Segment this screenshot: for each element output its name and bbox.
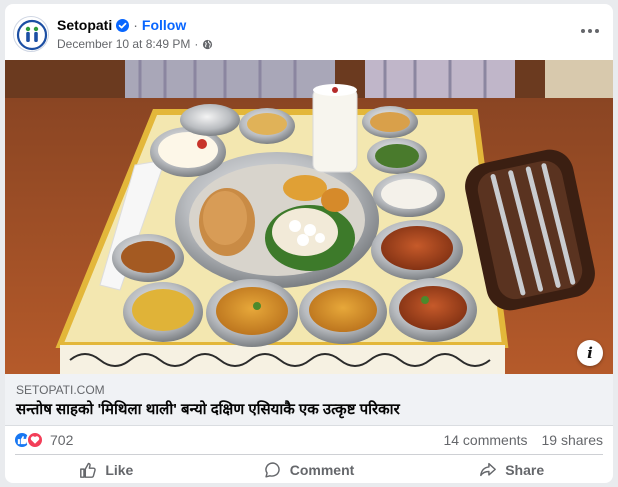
globe-icon — [203, 39, 213, 49]
photo-info-button[interactable]: i — [577, 340, 603, 366]
action-divider — [15, 454, 603, 455]
page-avatar[interactable] — [13, 16, 49, 52]
reaction-summary[interactable]: 702 — [13, 431, 73, 449]
post-author-line: Setopati · Follow — [57, 17, 186, 33]
engagement-counts: 14 comments 19 shares — [443, 432, 603, 448]
post-card: Setopati · Follow December 10 at 8:49 PM… — [5, 4, 613, 483]
love-reaction-icon — [26, 431, 44, 449]
post-header: Setopati · Follow December 10 at 8:49 PM… — [5, 4, 613, 60]
meta-separator: · — [194, 37, 199, 51]
post-meta: December 10 at 8:49 PM · — [57, 37, 213, 51]
shares-count[interactable]: 19 shares — [542, 432, 603, 448]
like-label: Like — [105, 461, 134, 478]
name-separator: · — [133, 17, 138, 33]
info-icon: i — [587, 344, 593, 362]
link-preview[interactable]: SETOPATI.COM सन्तोष साहको 'मिथिला थाली' … — [5, 374, 613, 426]
share-arrow-icon — [480, 462, 497, 476]
thumbs-up-icon — [80, 462, 97, 478]
share-button[interactable]: Share — [410, 456, 613, 483]
page-name[interactable]: Setopati — [57, 17, 112, 33]
like-button[interactable]: Like — [5, 456, 208, 483]
reaction-count: 702 — [50, 432, 74, 448]
post-stats: 702 14 comments 19 shares — [5, 430, 613, 452]
setopati-logo-icon — [16, 19, 48, 51]
more-options-button[interactable] — [577, 18, 603, 44]
link-headline: सन्तोष साहको 'मिथिला थाली' बन्यो दक्षिण … — [16, 401, 400, 418]
comments-count[interactable]: 14 comments — [443, 432, 527, 448]
post-timestamp[interactable]: December 10 at 8:49 PM — [57, 37, 190, 51]
comment-button[interactable]: Comment — [208, 456, 411, 483]
post-photo[interactable]: i — [5, 60, 613, 374]
share-label: Share — [505, 461, 545, 478]
verified-badge-icon — [116, 18, 130, 32]
comment-bubble-icon — [264, 461, 280, 478]
thali-photo-illustration — [5, 60, 613, 374]
comment-label: Comment — [289, 461, 355, 478]
link-domain: SETOPATI.COM — [16, 383, 105, 397]
follow-button[interactable]: Follow — [142, 17, 186, 33]
post-actions: Like Comment Share — [5, 456, 613, 483]
more-options-icon — [581, 29, 599, 33]
